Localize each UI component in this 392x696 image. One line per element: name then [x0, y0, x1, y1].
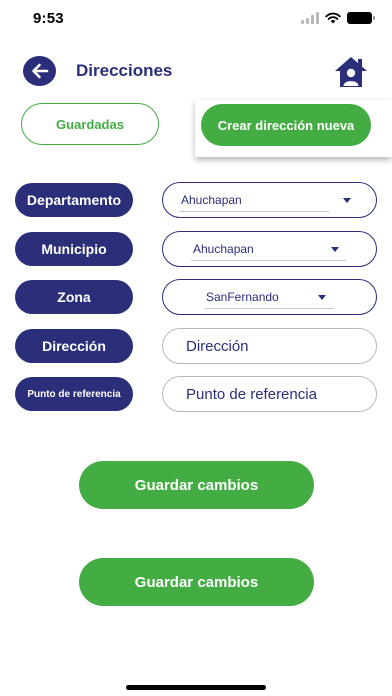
home-indicator: [126, 685, 266, 690]
select-underline: [191, 260, 346, 261]
select-zona-value: SanFernando: [206, 290, 279, 304]
page-title: Direcciones: [76, 61, 173, 80]
referencia-input[interactable]: [162, 376, 377, 412]
back-button[interactable]: [23, 56, 56, 86]
battery-icon: [347, 12, 375, 24]
signal-icon: [301, 12, 319, 24]
label-zona: Zona: [15, 280, 133, 314]
arrow-left-icon: [31, 63, 48, 79]
row-zona: Zona SanFernando: [0, 279, 392, 317]
wifi-icon: [325, 12, 341, 24]
select-municipio-value: Ahuchapan: [193, 242, 254, 256]
label-direccion: Dirección: [15, 329, 133, 363]
home-user-icon: [335, 57, 367, 87]
status-icons: [301, 12, 375, 24]
save-changes-button[interactable]: Guardar cambios: [79, 461, 314, 509]
tab-row: Guardadas Crear dirección nueva: [0, 100, 392, 160]
home-button[interactable]: [332, 55, 370, 89]
row-referencia: Punto de referencia: [0, 376, 392, 414]
tab-new-address-panel: Crear dirección nueva: [195, 100, 392, 157]
chevron-down-icon: [331, 247, 339, 252]
chevron-down-icon: [318, 295, 326, 300]
status-bar: 9:53: [0, 0, 392, 40]
row-departamento: Departamento Ahuchapan: [0, 182, 392, 220]
label-departamento: Departamento: [15, 183, 133, 217]
tab-saved-addresses[interactable]: Guardadas: [21, 103, 159, 145]
select-departamento[interactable]: Ahuchapan: [162, 182, 377, 218]
chevron-down-icon: [343, 198, 351, 203]
save-changes-button-secondary[interactable]: Guardar cambios: [79, 558, 314, 606]
select-underline: [179, 211, 329, 212]
row-municipio: Municipio Ahuchapan: [0, 231, 392, 269]
direccion-input[interactable]: [162, 328, 377, 364]
select-departamento-value: Ahuchapan: [181, 193, 242, 207]
select-municipio[interactable]: Ahuchapan: [162, 231, 377, 267]
label-municipio: Municipio: [15, 232, 133, 266]
header: Direcciones: [0, 50, 392, 94]
select-underline: [204, 308, 334, 309]
status-time: 9:53: [33, 10, 64, 27]
row-direccion: Dirección: [0, 328, 392, 366]
tab-create-new-address[interactable]: Crear dirección nueva: [201, 104, 371, 146]
label-referencia: Punto de referencia: [15, 377, 133, 411]
select-zona[interactable]: SanFernando: [162, 279, 377, 315]
